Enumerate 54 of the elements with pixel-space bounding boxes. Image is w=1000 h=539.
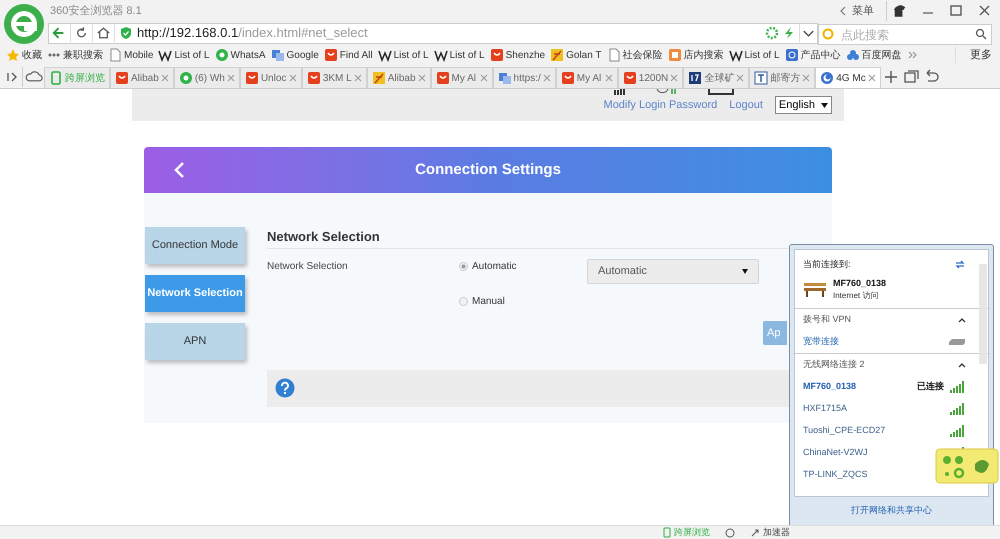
browser-tab[interactable]: 1200N	[618, 67, 684, 88]
browser-tab[interactable]: Alibab	[366, 67, 431, 88]
browser-tab[interactable]: https:/	[492, 67, 556, 88]
wifi-network[interactable]: Tuoshi_CPE-ECD27	[803, 424, 886, 438]
browser-tab[interactable]: 全球矿	[683, 67, 750, 88]
bookmark-link[interactable]: WhatsA	[214, 48, 266, 62]
network-center-link[interactable]: 打开网络和共享中心	[851, 504, 932, 518]
bookmark-link[interactable]: List of L	[434, 48, 485, 62]
status-button[interactable]: 加速器	[750, 526, 790, 539]
bookmark-link[interactable]: List of L	[158, 48, 210, 62]
browser-tab[interactable]: 邮寄方	[749, 67, 816, 88]
bookmark-link[interactable]: 兼职搜索	[47, 48, 103, 62]
bookmark-link[interactable]: Google	[270, 48, 319, 62]
browser-tab[interactable]: Unloc	[240, 67, 302, 88]
bookmark-link[interactable]: Shenzhe	[490, 48, 546, 62]
wifi-network[interactable]: HXF1715A	[803, 402, 848, 416]
bookmark-link[interactable]: 百度网盘	[846, 48, 902, 62]
menu-button[interactable]: 菜单	[852, 2, 874, 20]
wifi-network[interactable]: TP-LINK_ZQCS	[803, 468, 868, 482]
bookmark-link[interactable]: Mobile	[108, 48, 154, 62]
bookmark-link[interactable]: 社会保险	[606, 48, 662, 62]
connection-link[interactable]: 宽带连接	[803, 335, 839, 349]
network-status: Internet 访问	[833, 290, 880, 302]
window-title: 360安全浏览器 8.1	[50, 4, 142, 19]
bookmark-link[interactable]: 收藏	[6, 48, 42, 62]
bookmark-link[interactable]: List of L	[378, 48, 429, 62]
browser-tab[interactable]: My Al	[430, 67, 493, 88]
network-dropdown[interactable]: Automatic	[587, 258, 759, 284]
option-label[interactable]: Automatic	[472, 258, 516, 274]
bookmark-link[interactable]: Golan T	[550, 48, 602, 62]
browser-tab[interactable]: Alibab	[110, 67, 174, 88]
browser-tab[interactable]: (6) Wh	[174, 67, 240, 88]
sidebar-tab[interactable]: APN	[145, 323, 245, 360]
bookmark-link[interactable]: List of L	[728, 48, 780, 62]
sidebar-tab[interactable]: Connection Mode	[145, 227, 245, 264]
card-title: Connection Settings	[415, 160, 561, 180]
browser-tab[interactable]: My Al	[556, 67, 618, 88]
connection-status: 已连接	[917, 380, 944, 394]
browser-tab[interactable]: 3KM L	[302, 67, 367, 88]
network-name: MF760_0138	[833, 276, 886, 290]
wifi-network[interactable]: ChinaNet-V2WJ	[803, 446, 868, 460]
option-label[interactable]: Manual	[472, 294, 505, 308]
wifi-network[interactable]: MF760_0138	[803, 380, 856, 394]
search-field[interactable]: 点此搜索	[818, 24, 992, 45]
section-heading: 拨号和 VPN	[803, 313, 852, 326]
more-button[interactable]: 更多	[955, 46, 992, 64]
bookmark-link[interactable]: 产品中心	[784, 48, 841, 62]
section-heading: 无线网络连接 2	[803, 358, 865, 372]
language-select[interactable]: English	[774, 96, 832, 114]
browser-tab[interactable]: 4G Mc	[815, 67, 881, 88]
bookmark-link[interactable]: Find All	[324, 48, 373, 62]
field-label: Network Selection	[267, 260, 349, 274]
bookmark-link[interactable]: 店内搜索	[668, 48, 724, 62]
popup-heading: 当前连接到:	[803, 258, 851, 271]
